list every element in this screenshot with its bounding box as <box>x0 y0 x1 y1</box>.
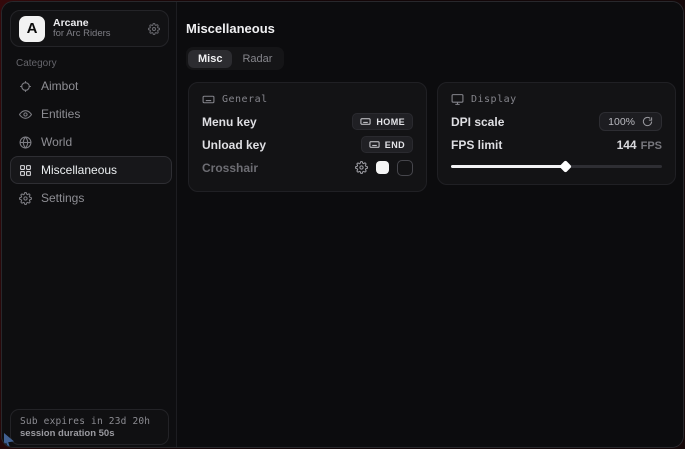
tab-radar[interactable]: Radar <box>232 50 282 68</box>
unload-keybind-value: END <box>385 140 405 150</box>
fps-limit-slider[interactable] <box>451 160 662 172</box>
crosshair-settings-gear-icon[interactable] <box>355 161 368 174</box>
keyboard-icon <box>202 93 215 106</box>
menu-key-label: Menu key <box>202 115 257 129</box>
brand-card: A Arcane for Arc Riders <box>10 10 169 47</box>
tab-bar: Misc Radar <box>186 47 284 70</box>
reset-icon[interactable] <box>642 116 653 127</box>
dpi-scale-row: DPI scale 100% <box>451 110 662 133</box>
brand-subtitle: for Arc Riders <box>53 29 140 40</box>
fps-limit-unit: FPS <box>641 140 662 152</box>
dpi-scale-label: DPI scale <box>451 115 504 129</box>
globe-icon <box>19 136 32 149</box>
main-panel: Miscellaneous Misc Radar General Menu ke… <box>177 2 683 447</box>
dpi-scale-value: 100% <box>608 116 635 128</box>
display-card: Display DPI scale 100% FPS limit 144 <box>437 82 676 185</box>
crosshair-checkbox[interactable] <box>397 160 413 176</box>
menu-key-row: Menu key HOME <box>202 110 413 133</box>
grid-icon <box>19 164 32 177</box>
app-window: A Arcane for Arc Riders Category Aimbot <box>1 1 684 448</box>
menu-keybind-value: HOME <box>376 117 405 127</box>
keyboard-icon <box>360 116 371 127</box>
brand-gear-icon[interactable] <box>148 23 160 35</box>
general-card: General Menu key HOME Unload key <box>188 82 427 192</box>
sidebar-item-label: World <box>41 135 72 149</box>
fps-slider-thumb[interactable] <box>559 160 572 173</box>
dpi-scale-select[interactable]: 100% <box>599 112 662 131</box>
crosshair-color-swatch[interactable] <box>376 161 389 174</box>
session-duration-text: session duration 50s <box>20 428 159 439</box>
category-label: Category <box>16 58 57 69</box>
sidebar-item-label: Settings <box>41 191 84 205</box>
monitor-icon <box>451 93 464 106</box>
tab-misc[interactable]: Misc <box>188 50 232 68</box>
fps-limit-value: 144 <box>617 138 637 152</box>
unload-key-row: Unload key END <box>202 133 413 156</box>
sidebar-nav: Aimbot Entities World Miscellaneous <box>10 72 172 212</box>
fps-slider-fill <box>451 165 565 168</box>
entities-icon <box>19 108 32 121</box>
gear-icon <box>19 192 32 205</box>
cards-row: General Menu key HOME Unload key <box>188 82 676 192</box>
crosshair-icon <box>19 80 32 93</box>
crosshair-label: Crosshair <box>202 161 258 175</box>
sidebar: A Arcane for Arc Riders Category Aimbot <box>2 2 177 447</box>
card-title: General <box>222 94 268 105</box>
keyboard-icon <box>369 139 380 150</box>
sidebar-item-aimbot[interactable]: Aimbot <box>10 72 172 100</box>
sidebar-item-world[interactable]: World <box>10 128 172 156</box>
menu-keybind-button[interactable]: HOME <box>352 113 413 130</box>
sidebar-item-miscellaneous[interactable]: Miscellaneous <box>10 156 172 184</box>
sidebar-item-label: Aimbot <box>41 79 78 93</box>
sidebar-item-label: Entities <box>41 107 80 121</box>
sidebar-item-settings[interactable]: Settings <box>10 184 172 212</box>
card-title: Display <box>471 94 517 105</box>
page-title: Miscellaneous <box>186 21 275 36</box>
crosshair-row: Crosshair <box>202 156 413 179</box>
subscription-status-card: Sub expires in 23d 20h session duration … <box>10 409 169 445</box>
fps-limit-row: FPS limit 144 FPS <box>451 133 662 156</box>
unload-keybind-button[interactable]: END <box>361 136 413 153</box>
sub-expiry-text: Sub expires in 23d 20h <box>20 416 159 427</box>
brand-logo: A <box>19 16 45 42</box>
sidebar-item-label: Miscellaneous <box>41 163 117 177</box>
fps-limit-label: FPS limit <box>451 138 502 152</box>
sidebar-item-entities[interactable]: Entities <box>10 100 172 128</box>
unload-key-label: Unload key <box>202 138 266 152</box>
